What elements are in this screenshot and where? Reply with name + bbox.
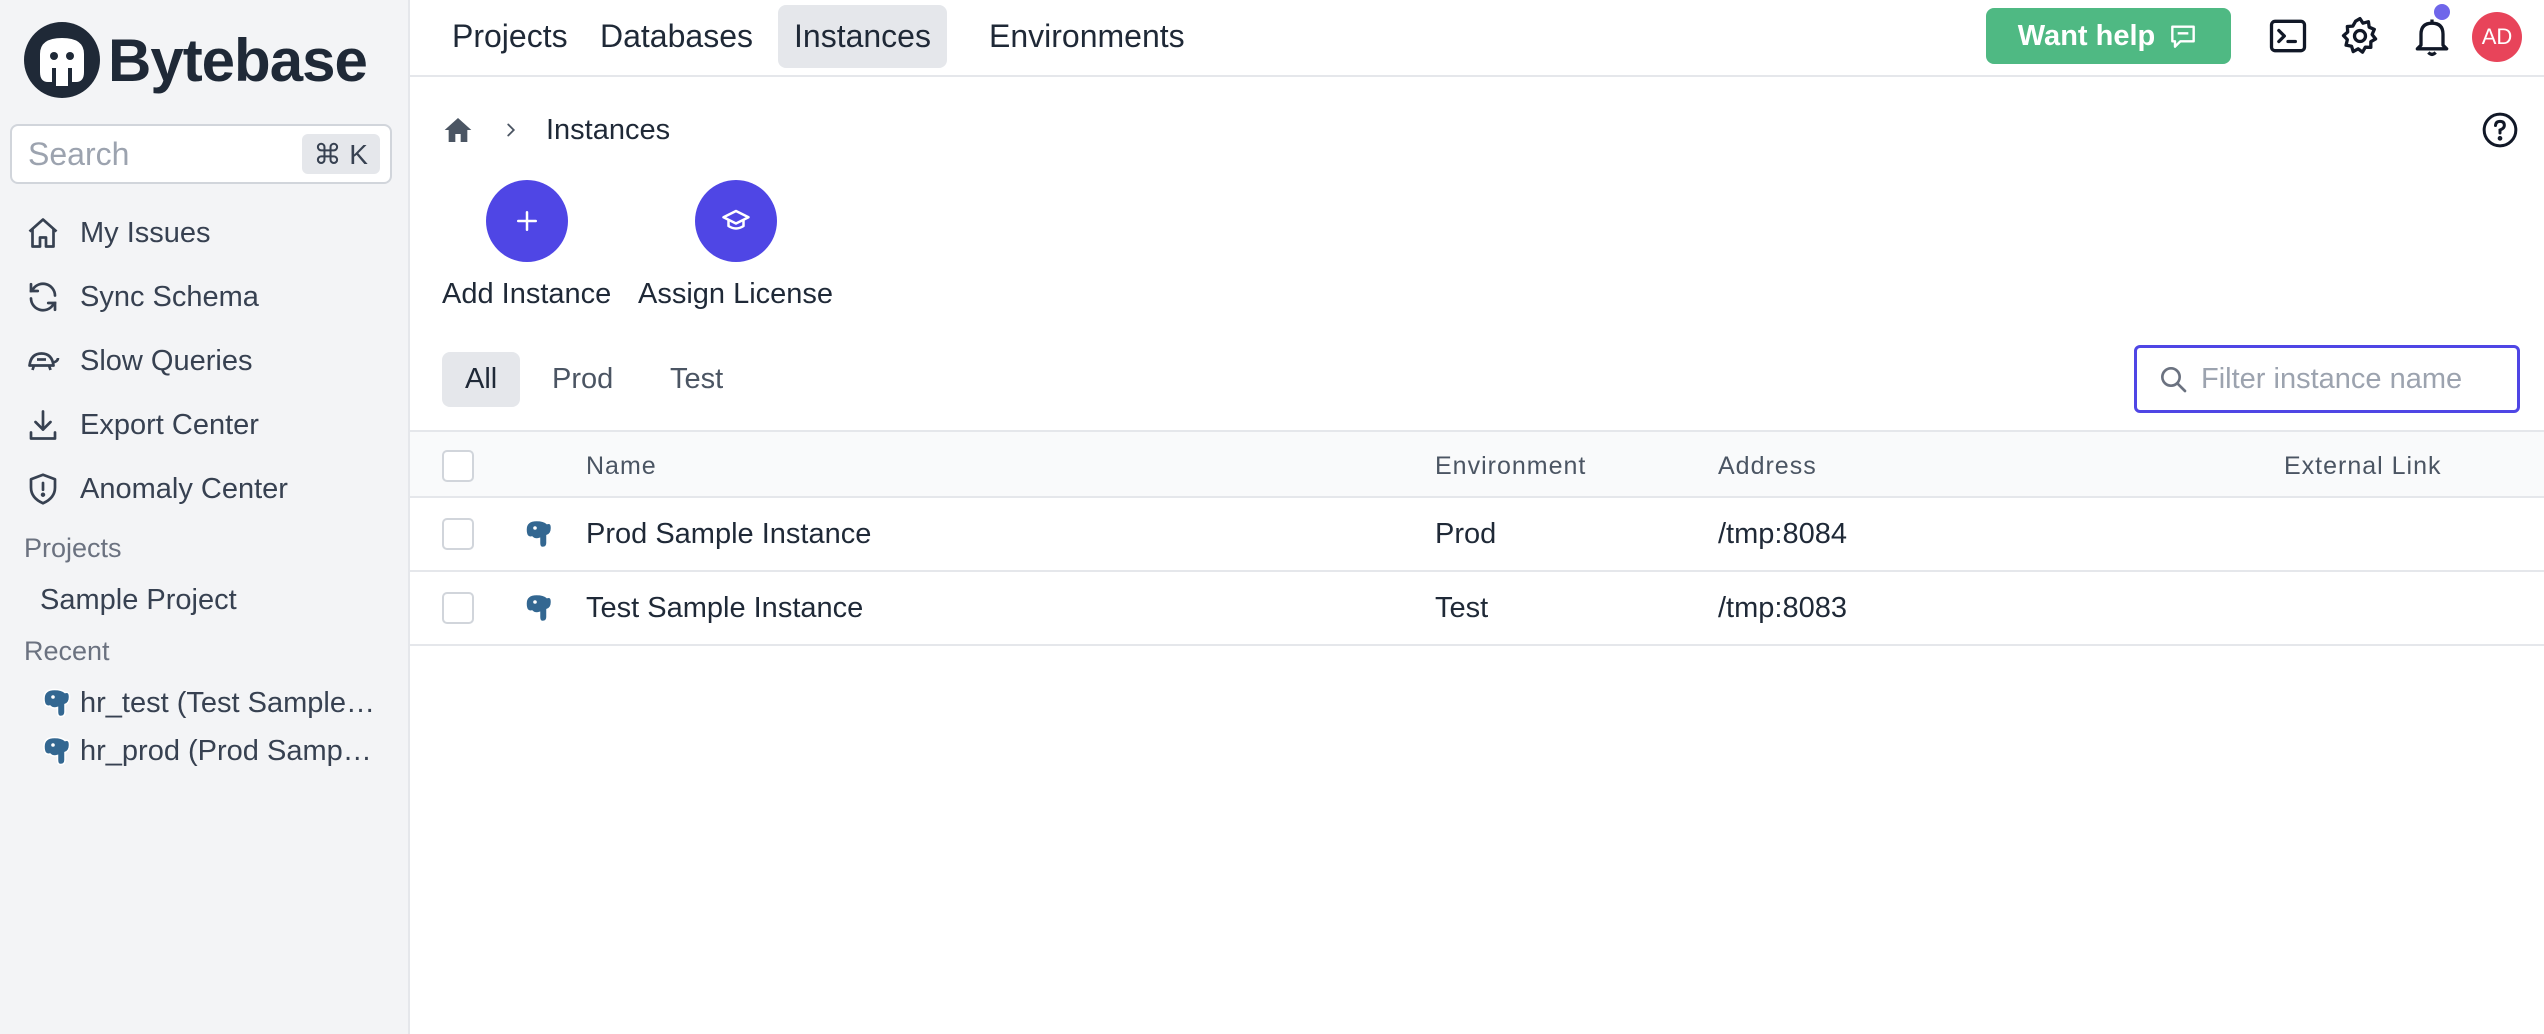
projects-section-title: Projects	[24, 533, 122, 563]
help-circle-icon[interactable]	[2480, 110, 2520, 150]
sidebar-item-label: Slow Queries	[80, 344, 253, 377]
want-help-button[interactable]: Want help	[1986, 8, 2231, 64]
sidebar-item-export-center[interactable]: Export Center	[24, 400, 259, 450]
tab-environments[interactable]: Environments	[973, 5, 1201, 68]
terminal-button[interactable]	[2266, 14, 2310, 58]
plus-icon	[516, 211, 537, 231]
column-name[interactable]: Name	[586, 452, 657, 481]
postgresql-icon	[525, 519, 553, 549]
assign-license-circle[interactable]	[694, 180, 777, 262]
bytebase-logo-icon	[24, 22, 100, 98]
sidebar-item-label: Export Center	[80, 408, 259, 441]
column-address[interactable]: Address	[1718, 452, 1817, 481]
sidebar-item-slow-queries[interactable]: Slow Queries	[24, 336, 252, 386]
select-all-checkbox[interactable]	[442, 450, 474, 482]
home-icon	[24, 214, 62, 252]
main-content: Projects Databases Instances Environment…	[410, 0, 2544, 1034]
breadcrumb-current: Instances	[546, 113, 671, 146]
refresh-icon	[24, 278, 62, 316]
recent-item-hr-test[interactable]: hr_test (Test Sample Instance)	[38, 681, 378, 725]
sidebar-item-label: Sync Schema	[80, 280, 259, 313]
breadcrumb: Instances	[442, 110, 670, 150]
sidebar-project-sample[interactable]: Sample Project	[40, 584, 237, 617]
want-help-label: Want help	[2017, 19, 2156, 52]
env-tab-prod[interactable]: Prod	[529, 352, 636, 407]
search-icon	[2161, 367, 2187, 393]
table-row[interactable]: Test Sample Instance Test /tmp:8083	[410, 572, 2544, 646]
instance-environment: Prod	[1435, 518, 1497, 550]
tab-databases[interactable]: Databases	[584, 5, 769, 68]
env-tab-all[interactable]: All	[442, 352, 521, 407]
search-placeholder: Search	[28, 135, 130, 172]
column-external-link[interactable]: External Link	[2284, 452, 2442, 481]
instance-name[interactable]: Test Sample Instance	[586, 592, 863, 625]
download-icon	[24, 406, 62, 444]
tab-instances[interactable]: Instances	[778, 5, 947, 68]
add-instance-button[interactable]: Add Instance	[442, 180, 611, 311]
sidebar-search[interactable]: Search ⌘ K	[10, 124, 392, 184]
instance-address: /tmp:8083	[1718, 592, 1847, 624]
postgresql-icon	[525, 593, 553, 623]
table-header: Name Environment Address External Link	[410, 430, 2544, 498]
assign-license-label: Assign License	[638, 278, 834, 310]
sidebar-item-my-issues[interactable]: My Issues	[24, 208, 211, 258]
home-icon[interactable]	[442, 114, 474, 146]
add-instance-label: Add Instance	[442, 278, 612, 310]
sidebar-item-anomaly-center[interactable]: Anomaly Center	[24, 464, 288, 514]
graduation-cap-icon	[721, 209, 750, 230]
chat-bubble-icon	[2171, 25, 2196, 48]
env-tab-test[interactable]: Test	[647, 352, 746, 407]
instance-address: /tmp:8084	[1718, 518, 1847, 550]
user-avatar[interactable]: AD	[2472, 12, 2522, 62]
gear-icon	[2341, 16, 2378, 54]
sidebar-item-label: Anomaly Center	[80, 472, 288, 505]
filter-placeholder: Filter instance name	[2201, 362, 2463, 395]
recent-item-label: hr_test (Test Sample Instance)	[80, 686, 378, 719]
add-instance-circle[interactable]	[485, 180, 568, 262]
terminal-icon	[2269, 19, 2307, 53]
instance-environment: Test	[1435, 592, 1489, 624]
filter-instance-input[interactable]: Filter instance name	[2134, 345, 2520, 413]
column-environment[interactable]: Environment	[1435, 452, 1586, 481]
instance-name[interactable]: Prod Sample Instance	[586, 518, 871, 551]
recent-item-label: hr_prod (Prod Sample Instance)	[80, 734, 378, 767]
bell-icon	[2415, 19, 2449, 56]
brand-logo[interactable]: Bytebase	[22, 20, 368, 100]
postgresql-icon	[43, 736, 71, 766]
sidebar-item-sync-schema[interactable]: Sync Schema	[24, 272, 259, 322]
row-checkbox[interactable]	[442, 592, 474, 624]
chevron-right-icon	[507, 123, 516, 137]
table-row[interactable]: Prod Sample Instance Prod /tmp:8084	[410, 498, 2544, 572]
app-window: Bytebase Search ⌘ K My Issues Sync Schem…	[0, 0, 2544, 1034]
recent-item-hr-prod[interactable]: hr_prod (Prod Sample Instance)	[38, 729, 378, 773]
sidebar: Bytebase Search ⌘ K My Issues Sync Schem…	[0, 0, 410, 1034]
sidebar-item-label: My Issues	[80, 216, 211, 249]
settings-button[interactable]	[2338, 14, 2382, 58]
brand-name: Bytebase	[108, 26, 368, 94]
instances-table: Name Environment Address External Link P…	[410, 430, 2544, 646]
search-shortcut: ⌘ K	[301, 134, 380, 174]
top-navigation: Projects Databases Instances Environment…	[410, 0, 2544, 77]
postgresql-icon	[43, 688, 71, 718]
notification-dot	[2434, 4, 2450, 20]
shield-icon	[24, 470, 62, 508]
assign-license-button[interactable]: Assign License	[638, 180, 833, 311]
turtle-icon	[24, 342, 62, 380]
tab-projects[interactable]: Projects	[436, 5, 584, 68]
row-checkbox[interactable]	[442, 518, 474, 550]
recent-section-title: Recent	[24, 636, 110, 666]
notifications-button[interactable]	[2410, 14, 2454, 58]
